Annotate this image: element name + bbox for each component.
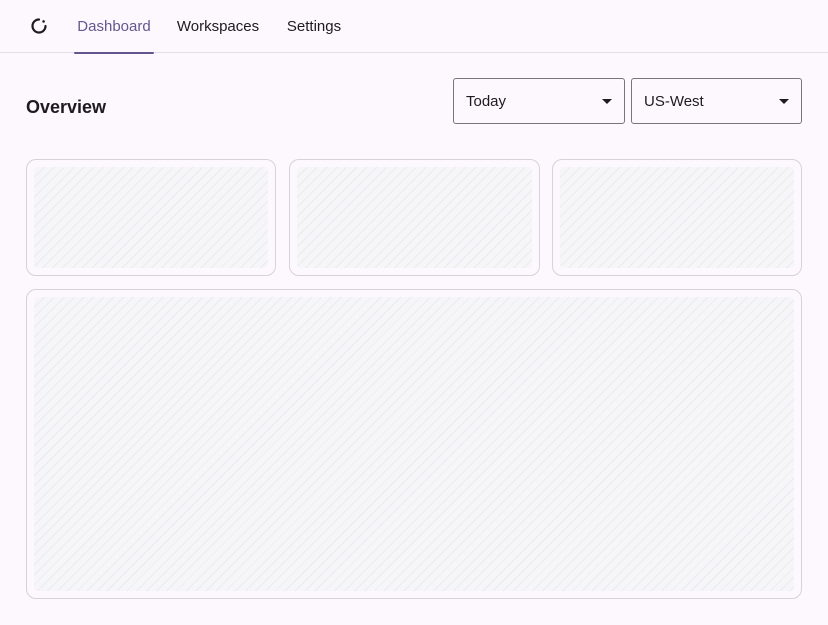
card-placeholder: [34, 167, 268, 268]
tab-dashboard[interactable]: Dashboard: [74, 0, 154, 54]
metric-card: [26, 159, 276, 276]
card-placeholder: [34, 297, 794, 591]
page-title: Overview: [26, 97, 107, 117]
tab-workspaces[interactable]: Workspaces: [172, 0, 264, 53]
region-value: US-West: [644, 93, 704, 110]
date-range-select[interactable]: Today: [453, 78, 625, 124]
date-range-value: Today: [466, 93, 507, 110]
top-nav: Dashboard Workspaces Settings: [0, 0, 828, 54]
card-placeholder: [297, 167, 532, 268]
metric-card: [289, 159, 540, 276]
region-select[interactable]: US-West: [631, 78, 802, 124]
tab-settings[interactable]: Settings: [280, 0, 348, 53]
circle-loading-icon[interactable]: [30, 17, 48, 35]
metric-card: [552, 159, 802, 276]
dropdown-arrow-icon: [779, 99, 789, 104]
card-placeholder: [560, 167, 794, 268]
dropdown-arrow-icon: [602, 99, 612, 104]
main-content-card: [26, 289, 802, 599]
